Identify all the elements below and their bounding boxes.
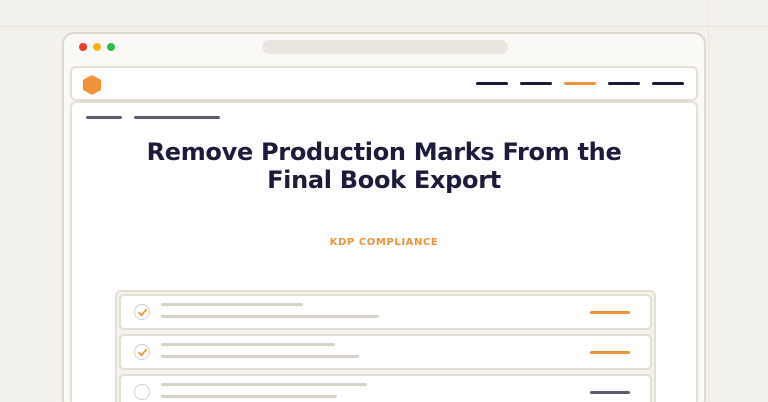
browser-window: Remove Production Marks From the Final B… [62,32,706,402]
main-content: Remove Production Marks From the Final B… [70,101,698,402]
nav-item[interactable] [652,82,684,85]
item-text-placeholder [161,315,379,318]
breadcrumb-segment[interactable] [86,116,122,119]
check-icon [137,348,147,356]
item-text-placeholder [161,383,367,386]
page-title: Remove Production Marks From the Final B… [146,138,622,194]
category-label: KDP COMPLIANCE [329,237,439,248]
checklist-item[interactable] [119,334,652,370]
nav-item[interactable] [476,82,508,85]
status-indicator [590,351,630,354]
status-indicator [590,391,630,394]
check-icon[interactable] [134,304,150,320]
checklist [115,290,656,402]
checklist-item[interactable] [119,294,652,330]
breadcrumb-segment[interactable] [134,116,220,119]
minimize-window-dot[interactable] [93,43,101,51]
address-bar[interactable] [262,40,508,54]
item-text-placeholder [161,355,359,358]
empty-checkbox-icon[interactable] [134,384,150,400]
close-window-dot[interactable] [79,43,87,51]
item-text-placeholder [161,303,303,306]
item-text-placeholder [161,343,335,346]
maximize-window-dot[interactable] [107,43,115,51]
background-rule [708,0,709,402]
nav-item[interactable] [608,82,640,85]
hexagon-logo-icon[interactable] [83,75,101,95]
checklist-item[interactable] [119,374,652,402]
item-text-placeholder [161,395,337,398]
check-icon [137,308,147,316]
nav-item[interactable] [520,82,552,85]
background-rule [0,26,768,27]
nav-item-active[interactable] [564,82,596,85]
site-navbar [70,66,698,101]
check-icon[interactable] [134,344,150,360]
status-indicator [590,311,630,314]
